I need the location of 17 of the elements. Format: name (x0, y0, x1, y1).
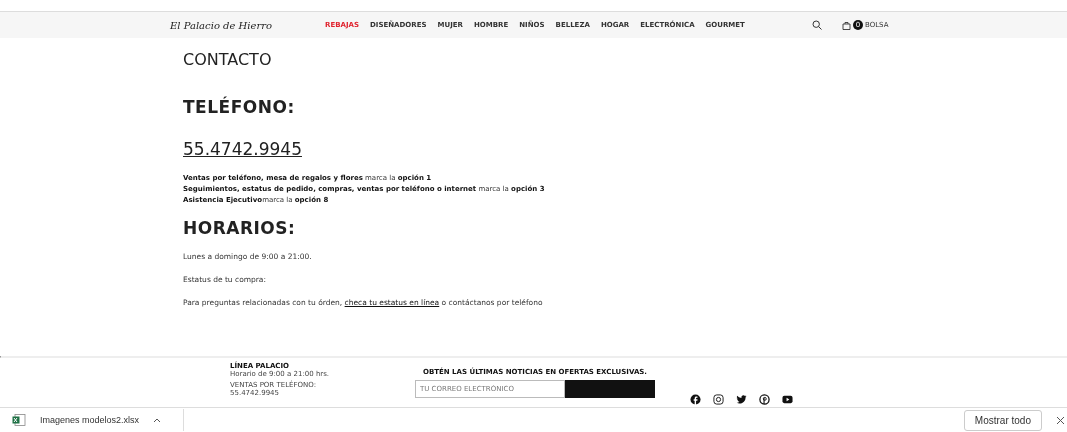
logo[interactable]: El Palacio de Hierro (170, 19, 325, 31)
section-heading: TELÉFONO: (183, 97, 296, 117)
show-all-button[interactable]: Mostrar todo (963, 409, 1042, 431)
download-file-name[interactable]: Imagenes modelos2.xlsx (40, 415, 140, 425)
search-icon[interactable] (812, 20, 822, 30)
instagram-icon[interactable] (713, 394, 724, 405)
twitter-icon[interactable] (736, 394, 747, 405)
video-play-icon[interactable] (782, 394, 793, 405)
section-heading: HORARIOS: (183, 218, 297, 238)
close-icon[interactable] (1056, 415, 1065, 425)
shopping-bag-icon[interactable] (842, 20, 851, 30)
pinterest-icon[interactable] (759, 394, 770, 405)
phone-link[interactable]: 55.4742.9945 (183, 139, 302, 159)
caret-up-icon[interactable] (153, 417, 162, 423)
spreadsheet-file-icon (12, 414, 26, 426)
page-title: CONTACTO (183, 50, 273, 69)
facebook-icon[interactable] (690, 394, 701, 405)
